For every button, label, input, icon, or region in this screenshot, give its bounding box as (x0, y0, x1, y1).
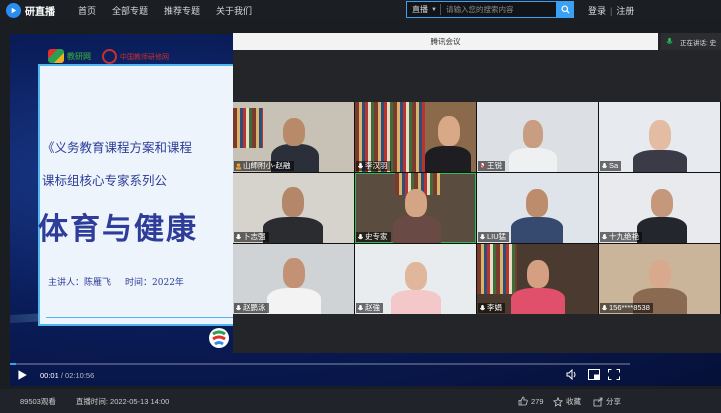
current-time: 00:01 (40, 370, 59, 380)
participant-tile[interactable]: 赵強 (355, 244, 476, 314)
mic-icon (357, 304, 364, 311)
favorite-label: 收藏 (566, 397, 581, 406)
participant-name: 156****8538 (609, 303, 650, 312)
login-link[interactable]: 登录 (588, 4, 606, 17)
jiaoyan-logo-icon (48, 49, 64, 63)
participant-name: 山師附小-赵融 (243, 161, 291, 170)
slide-title-main: 体育与健康 (38, 212, 198, 247)
participant-name: 赵強 (365, 303, 380, 312)
view-count: 89503观看 (20, 396, 56, 406)
teacher-net-logo: 中国教师研修网 (102, 49, 169, 64)
participant-tile[interactable]: 王锐 (477, 102, 598, 172)
participant-tile[interactable]: 卜志强 (233, 173, 354, 243)
participant-tile[interactable]: LIU猛 (477, 173, 598, 243)
duration: 02:10:56 (65, 370, 95, 380)
search-icon (560, 5, 570, 14)
play-icon[interactable] (16, 369, 28, 381)
participant-tile[interactable]: 山師附小-赵融 (233, 102, 354, 172)
slide-title-line2: 课标组核心专家系列公 (42, 173, 168, 188)
microphone-icon (666, 37, 673, 44)
participant-name: 李汉羽 (365, 161, 388, 170)
search-button[interactable] (556, 1, 574, 18)
participant-name: LIU猛 (487, 232, 507, 241)
chevron-down-icon: ▼ (431, 6, 437, 13)
register-link[interactable]: 注册 (616, 4, 634, 17)
mic-icon (479, 233, 486, 240)
participant-tile-active[interactable]: 史专家 (355, 173, 476, 243)
speaking-text: 正在讲话: 史 (680, 39, 717, 47)
thumbs-up-icon (518, 396, 528, 406)
emblem-icon (209, 328, 229, 348)
share-icon (593, 397, 603, 406)
share-label: 分享 (606, 397, 621, 406)
participant-name: 李娟 (487, 303, 502, 312)
slide-speaker: 主讲人：陈雁飞 (48, 278, 112, 288)
participant-name: Sa (609, 161, 619, 170)
meeting-window-title: 腾讯会议 (233, 33, 658, 50)
volume-icon[interactable] (566, 369, 578, 380)
mic-icon (357, 233, 364, 240)
participant-tile[interactable]: 李汉羽 (355, 102, 476, 172)
auth-links: 登录 | 注册 (588, 4, 634, 17)
host-icon (235, 163, 242, 170)
star-icon (553, 396, 563, 407)
search-scope-label: 直播 (412, 5, 428, 14)
mic-icon (601, 304, 608, 311)
participant-name: 赵鹏泳 (243, 303, 266, 312)
teacher-net-logo-icon (102, 49, 117, 64)
video-info-bar: 89503观看 直播时间: 2022-05-13 14:00 279 收藏 分享 (0, 389, 721, 413)
top-nav-bar: 研直播 首页 全部专题 推荐专题 关于我们 直播 ▼ 登录 | 注册 (0, 0, 721, 20)
auth-separator: | (610, 5, 613, 16)
bookshelf (233, 108, 263, 148)
mic-icon (479, 304, 486, 311)
jiaoyan-logo-text: 教研网 (67, 51, 91, 61)
participant-name: 史专家 (365, 232, 388, 241)
brand-logo[interactable]: 研直播 (6, 2, 68, 18)
meeting-window: 腾讯会议 正在讲话: 史 山師附小-赵融 李汉羽 王锐 Sa 卜志强 史专家 L… (233, 33, 721, 353)
participant-name: 卜志强 (243, 232, 266, 241)
participant-tile[interactable]: 李娟 (477, 244, 598, 314)
participant-tile[interactable]: 赵鹏泳 (233, 244, 354, 314)
slide-title-line1: 《义务教育课程方案和课程 (42, 140, 193, 155)
nav-item-home[interactable]: 首页 (78, 4, 96, 17)
mic-icon (601, 162, 608, 169)
search-input[interactable] (440, 2, 556, 17)
slide-meta: 主讲人：陈雁飞 时间：2022年 (48, 275, 184, 288)
jiaoyan-logo: 教研网 (48, 49, 91, 63)
time-display: 00:01 / 02:10:56 (40, 370, 95, 380)
mic-muted-icon (479, 162, 486, 169)
like-count: 279 (531, 396, 544, 406)
player-controls: 00:01 / 02:10:56 (10, 364, 630, 386)
fullscreen-icon[interactable] (608, 369, 620, 380)
participant-tile[interactable]: Sa (599, 102, 720, 172)
picture-in-picture-icon[interactable] (588, 369, 600, 380)
mic-icon (601, 233, 608, 240)
share-button[interactable]: 分享 (593, 396, 621, 407)
participant-tile[interactable]: 156****8538 (599, 244, 720, 314)
participant-grid: 山師附小-赵融 李汉羽 王锐 Sa 卜志强 史专家 LIU猛 十九绝艳 赵鹏泳 … (233, 102, 721, 314)
play-logo-icon (6, 2, 21, 18)
search-scope-select[interactable]: 直播 ▼ (407, 4, 441, 15)
nav-item-recommended[interactable]: 推荐专题 (164, 4, 200, 17)
nav-item-about[interactable]: 关于我们 (216, 4, 252, 17)
nav-item-all-topics[interactable]: 全部专题 (112, 4, 148, 17)
mic-icon (357, 162, 364, 169)
favorite-button[interactable]: 收藏 (553, 396, 581, 407)
airtime: 直播时间: 2022-05-13 14:00 (75, 396, 170, 406)
slide-time: 时间：2022年 (125, 278, 184, 288)
participant-tile[interactable]: 十九绝艳 (599, 173, 720, 243)
search-bar: 直播 ▼ (406, 1, 574, 18)
brand-name: 研直播 (25, 6, 55, 18)
mic-icon (235, 304, 242, 311)
mic-icon (235, 233, 242, 240)
speaking-indicator: 正在讲话: 史 (661, 33, 721, 50)
participant-name: 十九绝艳 (609, 232, 639, 241)
participant-name: 王锐 (487, 161, 502, 170)
like-button[interactable]: 279 (518, 396, 544, 406)
bookshelf (477, 244, 517, 294)
teacher-net-logo-text: 中国教师研修网 (120, 52, 169, 61)
